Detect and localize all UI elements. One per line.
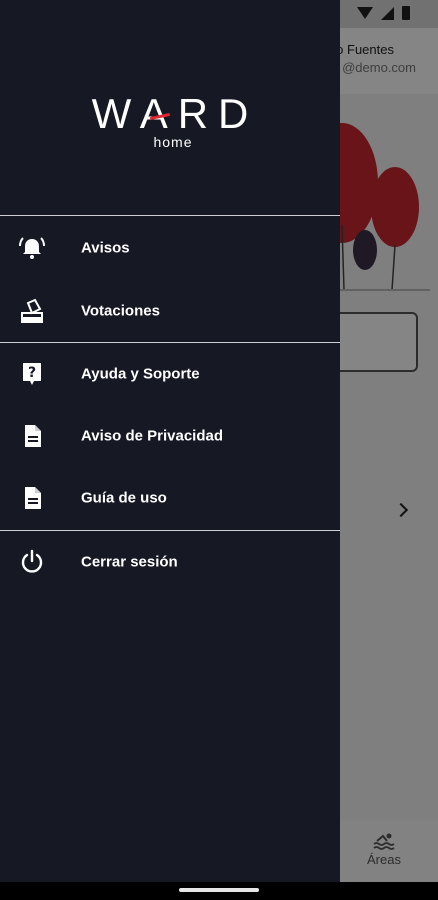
ward-home-logo: WARD home (0, 90, 340, 151)
divider (0, 215, 340, 216)
menu-item-aviso-privacidad[interactable]: Aviso de Privacidad (0, 406, 340, 466)
svg-text:?: ? (28, 365, 36, 381)
menu-item-votaciones[interactable]: Votaciones (0, 281, 340, 341)
logo-text: WARD (91, 90, 259, 137)
menu-item-label: Aviso de Privacidad (81, 427, 224, 445)
home-gesture-handle[interactable] (179, 888, 259, 892)
divider (0, 530, 340, 531)
menu-item-label: Votaciones (81, 302, 160, 320)
help-icon: ? (23, 363, 41, 385)
menu-item-guia-uso[interactable]: Guía de uso (0, 468, 340, 528)
power-icon (21, 549, 43, 573)
ballot-box-icon (21, 298, 43, 323)
navigation-drawer: WARD home Avisos Votaciones ? Ayuda y So… (0, 0, 340, 882)
menu-item-label: Cerrar sesión (81, 553, 178, 571)
menu-item-label: Guía de uso (81, 489, 167, 507)
document-icon (25, 487, 41, 509)
divider (0, 342, 340, 343)
document-icon (25, 425, 41, 447)
menu-item-label: Avisos (81, 239, 130, 257)
menu-item-label: Ayuda y Soporte (81, 365, 200, 383)
alarm-bell-icon (19, 237, 45, 259)
menu-item-cerrar-sesion[interactable]: Cerrar sesión (0, 532, 340, 592)
menu-item-ayuda-soporte[interactable]: ? Ayuda y Soporte (0, 344, 340, 404)
menu-item-avisos[interactable]: Avisos (0, 218, 340, 278)
